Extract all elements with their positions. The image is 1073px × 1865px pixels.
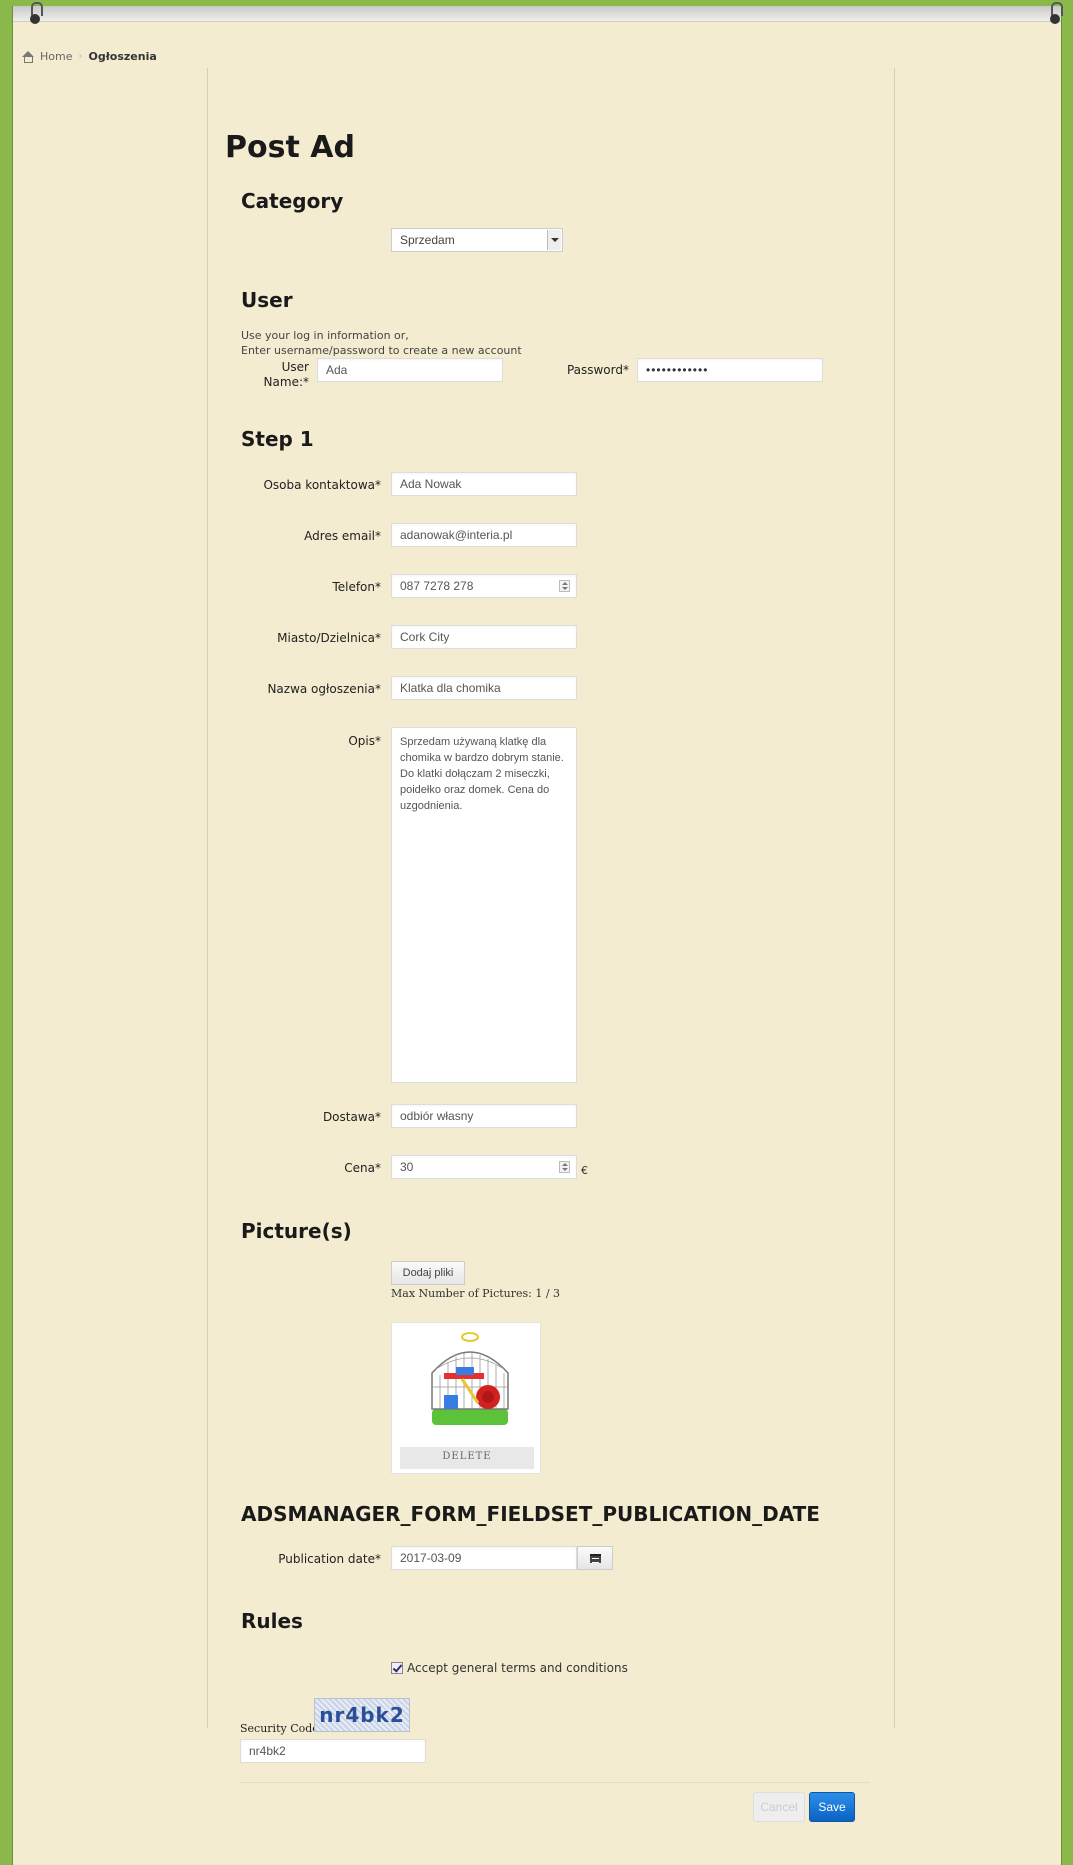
delivery-label: Dostawa*	[322, 1110, 381, 1124]
spinner-icon[interactable]	[559, 580, 570, 592]
phone-value: 087 7278 278	[400, 579, 474, 593]
chevron-down-icon[interactable]	[547, 230, 561, 250]
user-info-1: Use your log in information or,	[241, 329, 409, 342]
breadcrumb-current: Ogłoszenia	[88, 50, 157, 63]
username-input[interactable]: Ada	[317, 358, 503, 382]
publication-date-input[interactable]: 2017-03-09	[391, 1546, 577, 1570]
publication-date-label: Publication date*	[278, 1552, 381, 1566]
title-label: Nazwa ogłoszenia*	[267, 682, 381, 696]
picture-card: DELETE	[391, 1322, 541, 1474]
delivery-input[interactable]: odbiór własny	[391, 1104, 577, 1128]
security-code-input[interactable]: nr4bk2	[240, 1739, 426, 1763]
form-divider	[240, 1782, 870, 1783]
user-heading: User	[241, 288, 293, 312]
add-files-button[interactable]: Dodaj pliki	[391, 1261, 465, 1285]
ring-left-icon	[29, 2, 43, 28]
publication-heading: ADSMANAGER_FORM_FIELDSET_PUBLICATION_DAT…	[241, 1502, 820, 1526]
max-pictures-text: Max Number of Pictures: 1 / 3	[391, 1287, 561, 1300]
currency-symbol: €	[581, 1164, 588, 1177]
page-frame: Home › Ogłoszenia Post Ad Category Sprze…	[12, 2, 1063, 1865]
title-input[interactable]: Klatka dla chomika	[391, 676, 577, 700]
password-input[interactable]: ••••••••••••	[637, 358, 823, 382]
breadcrumb: Home › Ogłoszenia	[21, 50, 157, 63]
city-input[interactable]: Cork City	[391, 625, 577, 649]
email-label: Adres email*	[304, 529, 381, 543]
username-label: User Name:*	[233, 360, 309, 390]
password-label: Password*	[566, 363, 629, 377]
user-info-2: Enter username/password to create a new …	[241, 344, 522, 357]
phone-input[interactable]: 087 7278 278	[391, 574, 577, 598]
hamster-cage-image	[431, 1332, 509, 1425]
save-button[interactable]: Save	[809, 1792, 855, 1822]
city-label: Miasto/Dzielnica*	[277, 631, 381, 645]
page-title: Post Ad	[225, 130, 355, 165]
phone-label: Telefon*	[332, 580, 381, 594]
breadcrumb-home[interactable]: Home	[40, 50, 72, 63]
captcha-image: nr4bk2	[314, 1698, 410, 1732]
ring-right-icon	[1049, 2, 1063, 28]
contact-input[interactable]: Ada Nowak	[391, 472, 577, 496]
category-selected: Sprzedam	[400, 233, 455, 247]
calendar-button[interactable]	[577, 1546, 613, 1570]
contact-label: Osoba kontaktowa*	[263, 478, 381, 492]
calendar-icon	[590, 1554, 601, 1563]
email-input[interactable]: adanowak@interia.pl	[391, 523, 577, 547]
pictures-heading: Picture(s)	[241, 1219, 352, 1243]
step1-heading: Step 1	[241, 427, 314, 451]
rules-heading: Rules	[241, 1609, 303, 1633]
username-label-line2: Name:*	[263, 375, 309, 389]
username-label-line1: User	[281, 360, 309, 374]
cancel-button[interactable]: Cancel	[753, 1792, 805, 1822]
security-code-label: Security Code	[240, 1722, 319, 1735]
price-label: Cena*	[344, 1161, 381, 1175]
price-value: 30	[400, 1160, 414, 1174]
description-textarea[interactable]: Sprzedam używaną klatkę dla chomika w ba…	[391, 727, 577, 1083]
top-strip	[13, 6, 1061, 22]
description-label: Opis*	[348, 734, 381, 748]
price-input[interactable]: 30	[391, 1155, 577, 1179]
content-right-border	[894, 68, 895, 1728]
category-select[interactable]: Sprzedam	[391, 228, 563, 252]
chevron-right-icon: ›	[78, 51, 83, 62]
spinner-icon[interactable]	[559, 1161, 570, 1173]
accept-terms-checkbox[interactable]	[391, 1662, 403, 1674]
content-left-border	[207, 68, 208, 1728]
delete-picture-button[interactable]: DELETE	[400, 1447, 534, 1469]
category-heading: Category	[241, 189, 344, 213]
home-icon[interactable]	[21, 50, 34, 63]
accept-terms-label[interactable]: Accept general terms and conditions	[407, 1661, 628, 1675]
